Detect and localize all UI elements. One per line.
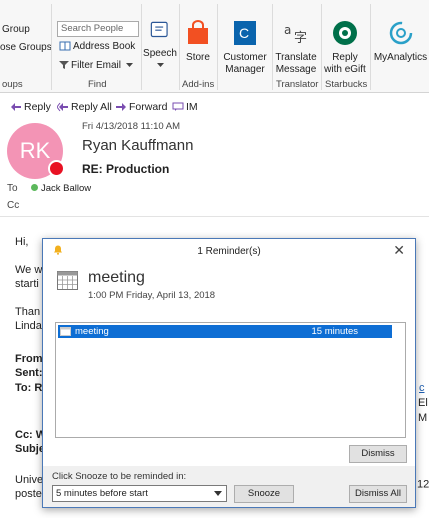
- close-icon[interactable]: ✕: [393, 242, 405, 259]
- reminder-item-subject: meeting: [75, 326, 109, 337]
- reminder-item-due: 15 minutes: [311, 326, 358, 337]
- store-button[interactable]: Store: [182, 20, 214, 64]
- reminder-list[interactable]: meeting 15 minutes: [55, 322, 406, 438]
- filter-icon: [59, 61, 69, 70]
- body-line: We w: [15, 264, 43, 276]
- forward-icon: [116, 103, 126, 112]
- dismiss-all-button[interactable]: Dismiss All: [349, 485, 407, 503]
- chevron-down-icon: [125, 62, 133, 67]
- translate-message-button[interactable]: a字 Translate Message: [273, 20, 319, 76]
- browse-groups-button[interactable]: ose Groups: [0, 42, 52, 53]
- im-icon: [172, 102, 184, 112]
- ribbon-divider: [217, 4, 218, 90]
- body-line: Than: [15, 306, 41, 318]
- myanalytics-icon: [389, 21, 412, 45]
- cc-label: Cc: [7, 200, 20, 211]
- reminder-subject: meeting: [88, 269, 145, 286]
- recipient-to[interactable]: Jack Ballow: [31, 183, 91, 194]
- snooze-area: Click Snooze to be reminded in: 5 minute…: [43, 466, 415, 507]
- reply-button[interactable]: Reply: [10, 101, 51, 113]
- calendar-icon: [57, 271, 78, 290]
- body-text: El: [418, 397, 428, 409]
- snooze-dropdown[interactable]: 5 minutes before start: [52, 485, 227, 502]
- address-book-button[interactable]: Address Book: [59, 41, 135, 52]
- starbucks-icon: [333, 21, 357, 45]
- reminder-dialog: 1 Reminder(s) ✕ meeting 1:00 PM Friday, …: [42, 238, 416, 508]
- body-line: Unive: [15, 474, 44, 486]
- list-item[interactable]: meeting 15 minutes: [58, 325, 392, 338]
- addins-group-label: Add-ins: [182, 79, 215, 90]
- reply-egift-button[interactable]: Reply with eGift: [322, 20, 368, 76]
- calendar-icon: [60, 327, 71, 336]
- body-sent-label: Sent:: [15, 367, 43, 379]
- body-subject-label: Subje: [15, 443, 45, 455]
- reply-all-button[interactable]: Reply All: [57, 101, 112, 113]
- sender-name[interactable]: Ryan Kauffmann: [82, 137, 193, 154]
- presence-status-icon: [48, 160, 65, 177]
- email-date: Fri 4/13/2018 11:10 AM: [82, 121, 181, 132]
- starbucks-group-label: Starbucks: [325, 79, 368, 90]
- search-people-input[interactable]: Search People: [57, 21, 139, 37]
- body-line: Linda: [15, 320, 42, 332]
- speech-icon: [150, 21, 168, 38]
- dialog-titlebar[interactable]: 1 Reminder(s) ✕: [43, 239, 415, 263]
- presence-available-icon: [31, 184, 38, 191]
- body-text: 12th: [417, 478, 429, 491]
- ribbon-divider: [51, 4, 52, 90]
- snooze-button[interactable]: Snooze: [234, 485, 294, 503]
- dialog-title: 1 Reminder(s): [197, 246, 261, 257]
- ribbon: Group ose Groups oups Search People Addr…: [0, 0, 429, 93]
- forward-button[interactable]: Forward: [115, 101, 168, 113]
- body-link[interactable]: c: [419, 382, 425, 394]
- header-divider: [0, 216, 429, 217]
- to-label: To: [7, 183, 18, 194]
- address-book-icon: [59, 41, 71, 51]
- reply-icon: [11, 103, 21, 112]
- body-text: M: [418, 412, 428, 424]
- groups-group-label: oups: [2, 79, 23, 90]
- reminder-time: 1:00 PM Friday, April 13, 2018: [88, 290, 216, 301]
- svg-text:字: 字: [294, 31, 307, 46]
- ribbon-divider: [179, 4, 180, 90]
- dynamics-icon: C: [234, 21, 256, 45]
- myanalytics-button[interactable]: MyAnalytics: [372, 20, 429, 64]
- dismiss-button[interactable]: Dismiss: [349, 445, 407, 463]
- svg-text:a: a: [284, 23, 291, 37]
- email-subject: RE: Production: [82, 162, 170, 176]
- chevron-down-icon: [214, 491, 222, 496]
- group-label: Group: [2, 24, 30, 35]
- speech-button[interactable]: Speech: [143, 20, 177, 72]
- find-group-label: Find: [88, 79, 107, 90]
- body-line: starti: [15, 278, 39, 290]
- filter-email-button[interactable]: Filter Email: [59, 60, 133, 71]
- translate-icon: a字: [284, 23, 307, 46]
- svg-text:C: C: [239, 25, 249, 41]
- body-greeting: Hi,: [15, 236, 29, 248]
- im-button[interactable]: IM: [172, 101, 198, 113]
- group-button[interactable]: Group: [2, 24, 30, 35]
- body-line: poste: [15, 488, 42, 500]
- body-to-label: To: R: [15, 382, 43, 394]
- store-icon: [188, 20, 208, 44]
- reply-all-icon: [57, 102, 68, 112]
- chevron-down-icon: [156, 63, 164, 67]
- ribbon-divider: [370, 4, 371, 90]
- snooze-prompt: Click Snooze to be reminded in:: [52, 471, 187, 482]
- customer-manager-button[interactable]: C Customer Manager: [220, 20, 270, 76]
- translator-group-label: Translator: [276, 79, 319, 90]
- ribbon-divider: [141, 4, 142, 90]
